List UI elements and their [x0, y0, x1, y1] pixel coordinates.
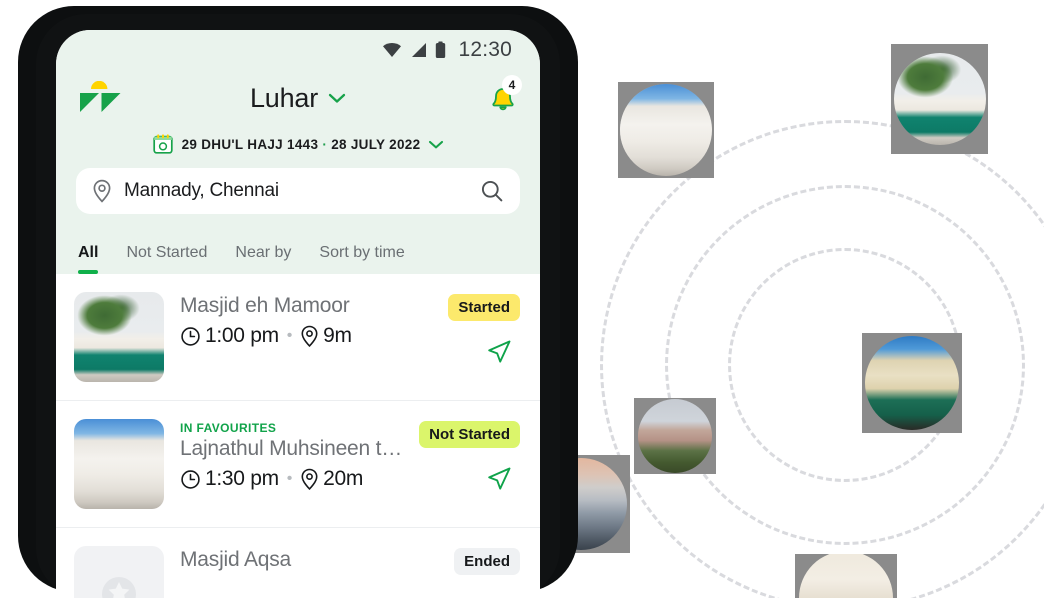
city-selector[interactable]: Luhar	[56, 83, 540, 114]
navigate-button[interactable]	[484, 464, 520, 499]
mosque-time-chunk: 1:30 pm	[180, 467, 279, 491]
calendar-icon	[152, 134, 173, 154]
mosque-distance-chunk: 9m	[300, 324, 352, 348]
tab-all[interactable]: All	[78, 244, 99, 274]
photo-blue-mosque	[865, 336, 959, 430]
search-section: Mannady, Chennai	[56, 162, 540, 228]
mosque-info: IN FAVOURITES Lajnathul Muhsineen tr... …	[180, 419, 403, 491]
image-placeholder-icon	[74, 546, 164, 598]
mosque-distance: 9m	[323, 324, 352, 347]
mosque-placeholder-icon	[102, 577, 136, 598]
navigate-arrow-icon	[488, 467, 511, 490]
clock-icon	[181, 326, 200, 346]
brand-logo-icon	[80, 81, 121, 112]
photo-node-palm-mosque	[891, 44, 988, 154]
wifi-icon	[383, 43, 402, 57]
status-bar-time: 12:30	[458, 38, 512, 61]
notifications-button[interactable]: 4	[484, 75, 522, 115]
date-label: 29 DHU'L HAJJ 1443 · 28 JULY 2022	[182, 137, 421, 152]
mosque-time: 1:30 pm	[205, 467, 279, 490]
search-icon[interactable]	[480, 179, 504, 203]
decorative-rings-panel	[560, 0, 1044, 598]
mosque-info: Masjid Aqsa	[180, 546, 438, 578]
mosque-time-chunk: 1:00 pm	[180, 324, 279, 348]
chevron-down-icon	[328, 93, 346, 103]
tab-not-started[interactable]: Not Started	[126, 244, 207, 274]
mosque-distance-chunk: 20m	[300, 467, 363, 491]
date-hijri: 29 DHU'L HAJJ 1443	[181, 136, 319, 152]
search-input[interactable]: Mannady, Chennai	[124, 180, 468, 202]
photo-white-mosque	[74, 419, 164, 509]
phone-screen: 12:30 Luhar 4 29 DHU'L HAJJ 1443 · 28 JU…	[56, 30, 540, 598]
navigate-arrow-icon	[488, 340, 511, 363]
mosque-thumbnail	[74, 419, 164, 509]
photo-node-minaret-mosque	[634, 398, 716, 474]
location-pin-icon	[93, 179, 111, 203]
mosque-time: 1:00 pm	[205, 324, 279, 347]
app-title-row: Luhar 4	[56, 70, 540, 126]
mosque-name: Lajnathul Muhsineen tr...	[180, 437, 404, 460]
photo-white-mosque	[620, 84, 712, 176]
meta-separator: •	[286, 470, 293, 487]
location-pin-icon	[301, 325, 318, 347]
mosque-name: Masjid Aqsa	[180, 548, 292, 571]
location-pin-icon	[301, 468, 318, 490]
mosque-actions: Ended	[454, 546, 520, 575]
photo-minaret-mosque	[638, 399, 712, 473]
mosque-list: Masjid eh Mamoor 1:00 pm • 9m Started IN…	[56, 274, 540, 598]
filter-tab-bar: All Not Started Near by Sort by time	[56, 228, 540, 274]
mosque-info: Masjid eh Mamoor 1:00 pm • 9m	[180, 292, 432, 348]
list-item[interactable]: IN FAVOURITES Lajnathul Muhsineen tr... …	[56, 401, 540, 528]
chevron-down-icon	[429, 140, 444, 148]
favourite-label: IN FAVOURITES	[180, 421, 277, 435]
status-badge: Started	[448, 294, 520, 321]
photo-palm-mosque	[74, 292, 164, 382]
battery-icon	[436, 41, 446, 58]
mosque-actions: Not Started	[419, 419, 520, 499]
tab-sort-by-time[interactable]: Sort by time	[319, 244, 404, 274]
status-badge: Ended	[454, 548, 520, 575]
navigate-button[interactable]	[484, 337, 520, 372]
search-bar[interactable]: Mannady, Chennai	[76, 168, 520, 214]
notification-badge: 4	[502, 75, 522, 95]
status-badge: Not Started	[419, 421, 520, 448]
photo-arches-mosque	[799, 554, 893, 598]
photo-node-blue-mosque	[862, 333, 962, 433]
date-selector[interactable]: 29 DHU'L HAJJ 1443 · 28 JULY 2022	[56, 126, 540, 162]
mosque-thumbnail	[74, 546, 164, 598]
city-name-label: Luhar	[249, 82, 319, 113]
mosque-meta: 1:00 pm • 9m	[180, 324, 432, 348]
status-bar: 12:30	[56, 30, 540, 70]
clock-icon	[181, 469, 200, 489]
mosque-meta: 1:30 pm • 20m	[180, 467, 403, 491]
mosque-distance: 20m	[323, 467, 364, 490]
list-item[interactable]: Masjid Aqsa Ended	[56, 528, 540, 598]
signal-icon	[412, 43, 427, 57]
mosque-name: Masjid eh Mamoor	[180, 294, 350, 317]
meta-separator: •	[286, 327, 293, 344]
date-separator: ·	[322, 136, 328, 152]
tab-near-by[interactable]: Near by	[235, 244, 291, 274]
list-item[interactable]: Masjid eh Mamoor 1:00 pm • 9m Started	[56, 274, 540, 401]
mosque-actions: Started	[448, 292, 520, 372]
photo-node-arches-mosque	[795, 554, 897, 598]
photo-node-white-mosque	[618, 82, 714, 178]
mosque-thumbnail	[74, 292, 164, 382]
date-gregorian: 28 JULY 2022	[331, 136, 421, 152]
screenshot-canvas: 12:30 Luhar 4 29 DHU'L HAJJ 1443 · 28 JU…	[0, 0, 1044, 598]
photo-palm-mosque	[893, 53, 986, 145]
app-header: 12:30 Luhar 4 29 DHU'L HAJJ 1443 · 28 JU…	[56, 30, 540, 274]
